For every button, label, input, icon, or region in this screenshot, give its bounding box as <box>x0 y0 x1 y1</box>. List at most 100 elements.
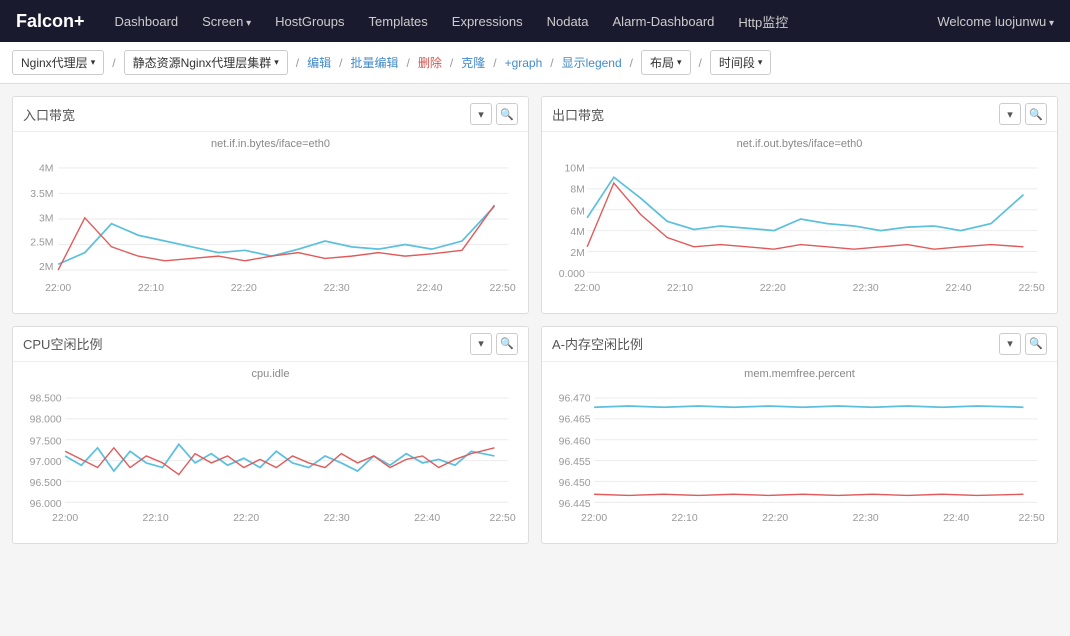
chart-ingress-body: net.if.in.bytes/iface=eth0 4M 3.5M 3M 2.… <box>13 132 528 313</box>
red-line <box>58 205 494 270</box>
chart-ingress-zoom-btn[interactable]: 🔍 <box>496 103 518 125</box>
y-label-5: 0.000 <box>559 269 585 280</box>
x-label-0: 22:00 <box>574 283 600 294</box>
y-label-3: 96.455 <box>559 457 591 468</box>
chart-egress-down-btn[interactable]: ▾ <box>999 103 1021 125</box>
x-label-1: 22:10 <box>672 513 698 524</box>
x-label-2: 22:20 <box>231 283 257 294</box>
nav-templates[interactable]: Templates <box>359 8 438 35</box>
x-label-1: 22:10 <box>138 283 164 294</box>
nav-hostgroups[interactable]: HostGroups <box>265 8 354 35</box>
chart-egress-svg: 10M 8M 6M 4M 2M 0.000 22:00 <box>550 154 1049 305</box>
y-label-1: 96.465 <box>559 414 591 425</box>
sep2: / <box>294 56 301 70</box>
chart-egress-body: net.if.out.bytes/iface=eth0 10M 8M 6M 4M… <box>542 132 1057 313</box>
chart-ingress-controls: ▾ 🔍 <box>470 103 518 125</box>
chart-cpu-zoom-btn[interactable]: 🔍 <box>496 333 518 355</box>
x-label-1: 22:10 <box>667 283 693 294</box>
chart-ingress-svg-wrap: 4M 3.5M 3M 2.5M 2M 22:00 <box>21 154 520 305</box>
x-label-2: 22:20 <box>233 513 259 524</box>
chart-cpu-down-btn[interactable]: ▾ <box>470 333 492 355</box>
layout-label: 布局 <box>650 54 674 71</box>
x-label-4: 22:40 <box>945 283 971 294</box>
chart-ingress-down-btn[interactable]: ▾ <box>470 103 492 125</box>
navbar: Falcon+ Dashboard Screen HostGroups Temp… <box>0 0 1070 42</box>
x-label-4: 22:40 <box>416 283 442 294</box>
charts-grid: 入口带宽 ▾ 🔍 net.if.in.bytes/iface=eth0 4M 3… <box>0 84 1070 556</box>
x-label-5: 22:50 <box>490 513 516 524</box>
sep6: / <box>491 56 498 70</box>
nav-expressions[interactable]: Expressions <box>442 8 533 35</box>
time-range-arrow: ▾ <box>758 57 763 68</box>
y-label-0: 98.500 <box>30 393 62 404</box>
sep8: / <box>628 56 635 70</box>
x-label-4: 22:40 <box>943 513 969 524</box>
chart-egress-card: 出口带宽 ▾ 🔍 net.if.out.bytes/iface=eth0 10M… <box>541 96 1058 314</box>
x-label-2: 22:20 <box>760 283 786 294</box>
layout-btn[interactable]: 布局 ▾ <box>641 50 691 75</box>
x-label-3: 22:30 <box>324 513 350 524</box>
chart-cpu-svg: 98.500 98.000 97.500 97.000 96.500 96.00… <box>21 384 520 535</box>
y-label-3: 4M <box>570 227 585 238</box>
y-label-0: 10M <box>565 163 585 174</box>
y-label-4: 2M <box>570 248 585 259</box>
time-range-label: 时间段 <box>719 54 755 71</box>
y-label-4: 2M <box>39 262 54 273</box>
x-label-2: 22:20 <box>762 513 788 524</box>
navbar-items: Dashboard Screen HostGroups Templates Ex… <box>105 6 938 37</box>
x-label-0: 22:00 <box>52 513 78 524</box>
sep5: / <box>448 56 455 70</box>
sep3: / <box>337 56 344 70</box>
breadcrumb2-label: 静态资源Nginx代理层集群 <box>133 54 272 71</box>
nav-dashboard[interactable]: Dashboard <box>105 8 189 35</box>
x-label-4: 22:40 <box>414 513 440 524</box>
chart-cpu-card: CPU空闲比例 ▾ 🔍 cpu.idle 98.500 98.000 97.50… <box>12 326 529 544</box>
toolbar: Nginx代理层 ▾ / 静态资源Nginx代理层集群 ▾ / 编辑 / 批量编… <box>0 42 1070 84</box>
nav-alarm-dashboard[interactable]: Alarm-Dashboard <box>603 8 725 35</box>
show-legend-link[interactable]: 显示legend <box>562 54 622 71</box>
nav-screen[interactable]: Screen <box>192 8 261 35</box>
chart-egress-zoom-btn[interactable]: 🔍 <box>1025 103 1047 125</box>
breadcrumb1-label: Nginx代理层 <box>21 54 88 71</box>
clone-link[interactable]: 克隆 <box>461 54 485 71</box>
y-label-4: 96.500 <box>30 478 62 489</box>
y-label-2: 3M <box>39 213 54 224</box>
chart-mem-zoom-btn[interactable]: 🔍 <box>1025 333 1047 355</box>
chart-cpu-body: cpu.idle 98.500 98.000 97.500 97.000 96.… <box>13 362 528 543</box>
layout-arrow: ▾ <box>677 57 682 68</box>
breadcrumb1-btn[interactable]: Nginx代理层 ▾ <box>12 50 104 75</box>
breadcrumb2-arrow: ▾ <box>274 57 279 68</box>
navbar-welcome[interactable]: Welcome luojunwu <box>937 14 1054 29</box>
chart-egress-controls: ▾ 🔍 <box>999 103 1047 125</box>
breadcrumb2-btn[interactable]: 静态资源Nginx代理层集群 ▾ <box>124 50 288 75</box>
nav-nodata[interactable]: Nodata <box>537 8 599 35</box>
chart-mem-controls: ▾ 🔍 <box>999 333 1047 355</box>
y-label-2: 97.500 <box>30 436 62 447</box>
chart-ingress-svg: 4M 3.5M 3M 2.5M 2M 22:00 <box>21 154 520 305</box>
x-label-3: 22:30 <box>324 283 350 294</box>
red-line <box>587 183 1023 249</box>
sep1: / <box>110 56 117 70</box>
chart-mem-metric: mem.memfree.percent <box>550 368 1049 380</box>
red-line <box>594 494 1023 495</box>
brand[interactable]: Falcon+ <box>16 11 85 32</box>
chart-cpu-title: CPU空闲比例 <box>23 334 102 353</box>
batch-edit-link[interactable]: 批量编辑 <box>350 54 398 71</box>
chart-egress-metric: net.if.out.bytes/iface=eth0 <box>550 138 1049 150</box>
y-label-2: 6M <box>570 206 585 217</box>
nav-http[interactable]: Http监控 <box>728 6 798 37</box>
chart-mem-svg: 96.470 96.465 96.460 96.455 96.450 96.44… <box>550 384 1049 535</box>
chart-ingress-card: 入口带宽 ▾ 🔍 net.if.in.bytes/iface=eth0 4M 3… <box>12 96 529 314</box>
delete-link[interactable]: 删除 <box>418 54 442 71</box>
x-label-3: 22:30 <box>853 283 879 294</box>
y-label-1: 3.5M <box>30 189 53 200</box>
chart-mem-card: A-内存空闲比例 ▾ 🔍 mem.memfree.percent 96.470 … <box>541 326 1058 544</box>
chart-mem-down-btn[interactable]: ▾ <box>999 333 1021 355</box>
chart-ingress-metric: net.if.in.bytes/iface=eth0 <box>21 138 520 150</box>
edit-link[interactable]: 编辑 <box>307 54 331 71</box>
add-graph-link[interactable]: +graph <box>505 56 543 70</box>
time-range-btn[interactable]: 时间段 ▾ <box>710 50 772 75</box>
y-label-2: 96.460 <box>559 436 591 447</box>
chart-egress-header: 出口带宽 ▾ 🔍 <box>542 97 1057 132</box>
y-label-1: 8M <box>570 184 585 195</box>
